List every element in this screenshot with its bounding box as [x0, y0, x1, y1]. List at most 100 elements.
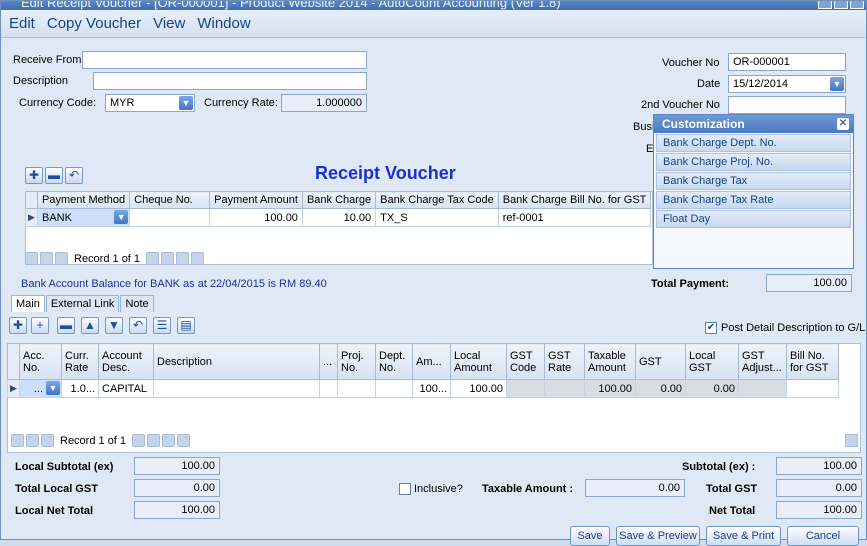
menu-edit[interactable]: Edit [1, 10, 39, 32]
col-bank-charge-tax-code[interactable]: Bank Charge Tax Code [375, 191, 499, 209]
payment-amount-cell[interactable]: 100.00 [209, 208, 303, 227]
customization-item-bank-charge-dept[interactable]: Bank Charge Dept. No. [656, 134, 851, 152]
col-gst[interactable]: GST [635, 343, 686, 380]
maximize-button[interactable] [834, 1, 848, 9]
column-chooser-icon[interactable]: ▤ [177, 317, 195, 334]
col-gst-adjust[interactable]: GST Adjust... [738, 343, 787, 380]
scroll-left-button[interactable] [177, 434, 191, 447]
cheque-no-cell[interactable] [129, 208, 211, 227]
undo-icon[interactable]: ↶ [65, 167, 83, 184]
save-print-button[interactable]: Save & Print [706, 526, 781, 546]
tab-main[interactable]: Main [11, 295, 45, 312]
chevron-down-icon[interactable]: ▼ [46, 381, 60, 395]
col-local-amount[interactable]: Local Amount [450, 343, 507, 380]
receive-from-input[interactable] [82, 51, 367, 69]
remove-row-icon[interactable]: ▬ [45, 167, 63, 184]
scroll-left-button[interactable] [191, 252, 205, 265]
prev-page-button[interactable] [26, 434, 39, 447]
voucher-no-input[interactable]: OR-000001 [728, 53, 846, 71]
scroll-right-button[interactable] [845, 434, 858, 447]
customization-item-bank-charge-proj[interactable]: Bank Charge Proj. No. [656, 153, 851, 171]
gst-cell[interactable]: 0.00 [635, 379, 686, 398]
tab-external-link[interactable]: External Link [45, 295, 120, 312]
last-record-button[interactable] [162, 434, 176, 447]
next-page-button[interactable] [161, 252, 175, 265]
col-curr-rate[interactable]: Curr. Rate [61, 343, 99, 380]
move-up-icon[interactable]: ▲ [81, 317, 99, 334]
acc-no-cell[interactable]: ... ▼ [19, 379, 62, 398]
col-cheque-no[interactable]: Cheque No. [129, 191, 211, 209]
last-record-button[interactable] [176, 252, 190, 265]
col-gst-code[interactable]: GST Code [506, 343, 545, 380]
prev-page-button[interactable] [40, 252, 53, 265]
dept-no-cell[interactable] [375, 379, 413, 398]
prev-record-button[interactable] [41, 434, 54, 447]
payment-method-cell[interactable]: BANK ▼ [36, 208, 131, 227]
next-page-button[interactable] [147, 434, 161, 447]
gst-code-cell[interactable] [506, 379, 545, 398]
amount-cell[interactable]: 100... [412, 379, 451, 398]
currency-rate-input[interactable]: 1.000000 [281, 94, 367, 112]
gst-rate-cell[interactable] [544, 379, 585, 398]
col-dept-no[interactable]: Dept. No. [375, 343, 413, 380]
chevron-down-icon[interactable]: ▼ [114, 210, 129, 224]
table-row[interactable]: ▶ ... ▼ 1.0... CAPITAL 100... 100.00 100… [7, 379, 839, 398]
account-desc-cell[interactable]: CAPITAL [98, 379, 154, 398]
more-cell[interactable] [319, 379, 338, 398]
currency-code-select[interactable]: MYR ▼ [105, 94, 195, 112]
cancel-button[interactable]: Cancel [787, 526, 859, 546]
date-input[interactable]: 15/12/2014 ▼ [728, 75, 846, 93]
description-cell[interactable] [153, 379, 320, 398]
col-taxable-amount[interactable]: Taxable Amount [584, 343, 636, 380]
menu-copy-voucher[interactable]: Copy Voucher [39, 10, 145, 32]
minimize-button[interactable] [818, 1, 832, 9]
col-local-gst[interactable]: Local GST [685, 343, 739, 380]
col-more[interactable]: ... [319, 343, 338, 380]
col-gst-rate[interactable]: GST Rate [544, 343, 585, 380]
add-row-icon[interactable]: ✚ [9, 317, 27, 334]
bank-charge-tax-code-cell[interactable]: TX_S [375, 208, 499, 227]
post-detail-checkbox[interactable]: ✔ [705, 322, 717, 334]
next-record-button[interactable] [132, 434, 146, 447]
chevron-down-icon[interactable]: ▼ [179, 96, 193, 110]
gst-adjust-cell[interactable] [738, 379, 787, 398]
close-icon[interactable]: ✕ [837, 118, 849, 130]
customization-item-bank-charge-tax-rate[interactable]: Bank Charge Tax Rate [656, 191, 851, 209]
undo-icon[interactable]: ↶ [129, 317, 147, 334]
tab-note[interactable]: Note [120, 295, 154, 312]
bank-charge-bill-no-cell[interactable]: ref-0001 [497, 208, 652, 227]
col-proj-no[interactable]: Proj. No. [337, 343, 376, 380]
col-acc-no[interactable]: Acc. No. [19, 343, 62, 380]
insert-row-icon[interactable]: + [31, 317, 49, 334]
col-bank-charge-bill-no[interactable]: Bank Charge Bill No. for GST [497, 191, 652, 209]
menu-view[interactable]: View [145, 10, 189, 32]
save-button[interactable]: Save [570, 526, 610, 546]
col-bank-charge[interactable]: Bank Charge [301, 191, 377, 209]
col-account-desc[interactable]: Account Desc. [98, 343, 154, 380]
bank-charge-cell[interactable]: 10.00 [301, 208, 377, 227]
list-icon[interactable]: ☰ [153, 317, 171, 334]
second-voucher-no-input[interactable] [728, 96, 846, 114]
inclusive-checkbox[interactable] [399, 483, 411, 495]
taxable-amount-cell[interactable]: 100.00 [584, 379, 636, 398]
col-bill-no-gst[interactable]: Bill No. for GST [786, 343, 839, 380]
prev-record-button[interactable] [55, 252, 68, 265]
remove-row-icon[interactable]: ▬ [57, 317, 75, 334]
bill-no-gst-cell[interactable] [786, 379, 839, 398]
calendar-dropdown-icon[interactable]: ▼ [830, 77, 844, 91]
table-row[interactable]: ▶ BANK ▼ 100.00 10.00 TX_S ref-0001 [25, 208, 652, 227]
description-input[interactable] [93, 72, 367, 90]
close-button[interactable] [850, 1, 864, 9]
customization-item-float-day[interactable]: Float Day [656, 210, 851, 228]
first-record-button[interactable] [25, 252, 38, 265]
save-preview-button[interactable]: Save & Preview [616, 526, 700, 546]
first-record-button[interactable] [11, 434, 24, 447]
proj-no-cell[interactable] [337, 379, 376, 398]
local-amount-cell[interactable]: 100.00 [450, 379, 507, 398]
menu-window[interactable]: Window [189, 10, 254, 32]
customization-item-bank-charge-tax[interactable]: Bank Charge Tax [656, 172, 851, 190]
move-down-icon[interactable]: ▼ [105, 317, 123, 334]
next-record-button[interactable] [146, 252, 160, 265]
col-payment-amount[interactable]: Payment Amount [209, 191, 303, 209]
col-description[interactable]: Description [153, 343, 320, 380]
